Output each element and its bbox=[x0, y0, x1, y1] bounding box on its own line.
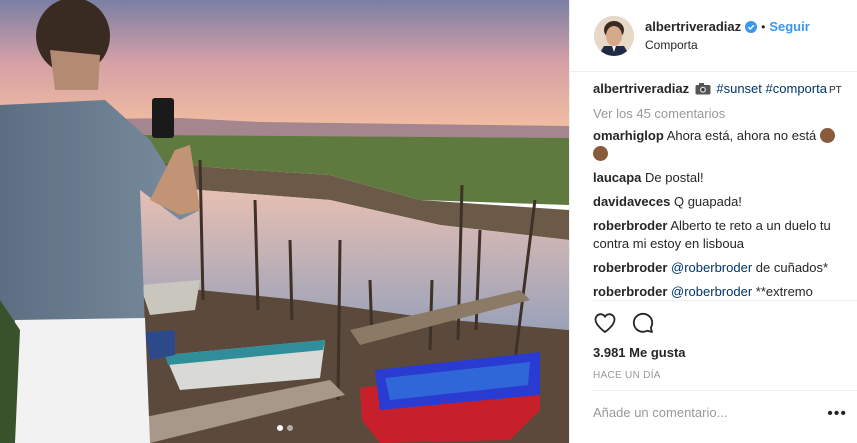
sunset-lagoon-photo bbox=[0, 0, 569, 443]
comment-item: omarhiglop Ahora está, ahora no está bbox=[593, 127, 849, 163]
post-photo[interactable] bbox=[0, 0, 569, 443]
caption-username[interactable]: albertriveradiaz bbox=[593, 81, 689, 96]
comment-text: Q guapada! bbox=[673, 194, 742, 209]
carousel-dot-1[interactable] bbox=[276, 425, 283, 431]
post-header: albertriveradiaz • Seguir Comporta bbox=[570, 0, 857, 72]
instagram-post: albertriveradiaz • Seguir Comporta alber… bbox=[0, 0, 857, 443]
view-all-comments-link[interactable]: Ver los 45 comentarios bbox=[593, 106, 849, 121]
comment-mention[interactable]: @roberbroder bbox=[671, 284, 752, 299]
section-divider bbox=[593, 390, 857, 391]
heart-icon[interactable] bbox=[593, 311, 617, 335]
comment-username[interactable]: omarhiglop bbox=[593, 128, 664, 143]
header-username-row: albertriveradiaz • Seguir bbox=[645, 19, 810, 34]
likes-count[interactable]: 3.981 Me gusta bbox=[593, 345, 686, 360]
comment-item: davidaveces Q guapada! bbox=[593, 193, 849, 211]
post-timestamp[interactable]: HACE UN DÍA bbox=[593, 370, 661, 381]
header-text: albertriveradiaz • Seguir Comporta bbox=[645, 19, 810, 52]
comment-text: de cuñados* bbox=[755, 260, 829, 275]
avatar[interactable] bbox=[594, 15, 634, 56]
speech-bubble-icon[interactable] bbox=[631, 311, 655, 335]
portugal-flag-emoji: PT bbox=[828, 85, 842, 96]
comment-item: roberbroder Alberto te reto a un duelo t… bbox=[593, 217, 849, 253]
section-divider bbox=[593, 300, 857, 301]
comment-text: De postal! bbox=[645, 170, 704, 185]
likes-label: Me gusta bbox=[629, 345, 686, 360]
comment-username[interactable]: roberbroder bbox=[593, 260, 667, 275]
likes-number: 3.981 bbox=[593, 345, 626, 360]
comment-username[interactable]: roberbroder bbox=[593, 218, 667, 233]
add-comment-input[interactable] bbox=[593, 405, 843, 420]
see-no-evil-monkey-emoji-icon bbox=[819, 128, 835, 143]
more-options-icon[interactable]: ••• bbox=[827, 405, 847, 423]
hashtag-comporta[interactable]: #comporta bbox=[766, 81, 827, 96]
action-bar bbox=[593, 311, 655, 335]
verified-badge-icon bbox=[745, 20, 758, 33]
comments-list: albertriveradiaz #sunset #comporta PT Ver… bbox=[593, 80, 849, 300]
comment-username[interactable]: davidaveces bbox=[593, 194, 670, 209]
header-username[interactable]: albertriveradiaz bbox=[645, 19, 741, 34]
comment-item: laucapa De postal! bbox=[593, 169, 849, 187]
see-no-evil-monkey-emoji-icon bbox=[593, 146, 608, 161]
location-link[interactable]: Comporta bbox=[645, 38, 810, 52]
carousel-dot-2[interactable] bbox=[286, 425, 293, 431]
caption: albertriveradiaz #sunset #comporta PT bbox=[593, 80, 849, 100]
hashtag-sunset[interactable]: #sunset bbox=[716, 81, 762, 96]
follow-button[interactable]: Seguir bbox=[769, 19, 809, 34]
comment-username[interactable]: roberbroder bbox=[593, 284, 667, 299]
camera-emoji-icon bbox=[695, 83, 711, 95]
comment-item: roberbroder @roberbroder **extremo bbox=[593, 283, 849, 300]
post-details-panel: albertriveradiaz • Seguir Comporta alber… bbox=[569, 0, 857, 443]
comment-text: **extremo bbox=[755, 284, 813, 299]
separator-dot: • bbox=[761, 19, 766, 34]
comment-mention[interactable]: @roberbroder bbox=[671, 260, 752, 275]
comment-username[interactable]: laucapa bbox=[593, 170, 641, 185]
comment-item: roberbroder @roberbroder de cuñados* bbox=[593, 259, 849, 277]
carousel-indicator bbox=[0, 425, 569, 431]
comment-text: Ahora está, ahora no está bbox=[666, 128, 817, 143]
